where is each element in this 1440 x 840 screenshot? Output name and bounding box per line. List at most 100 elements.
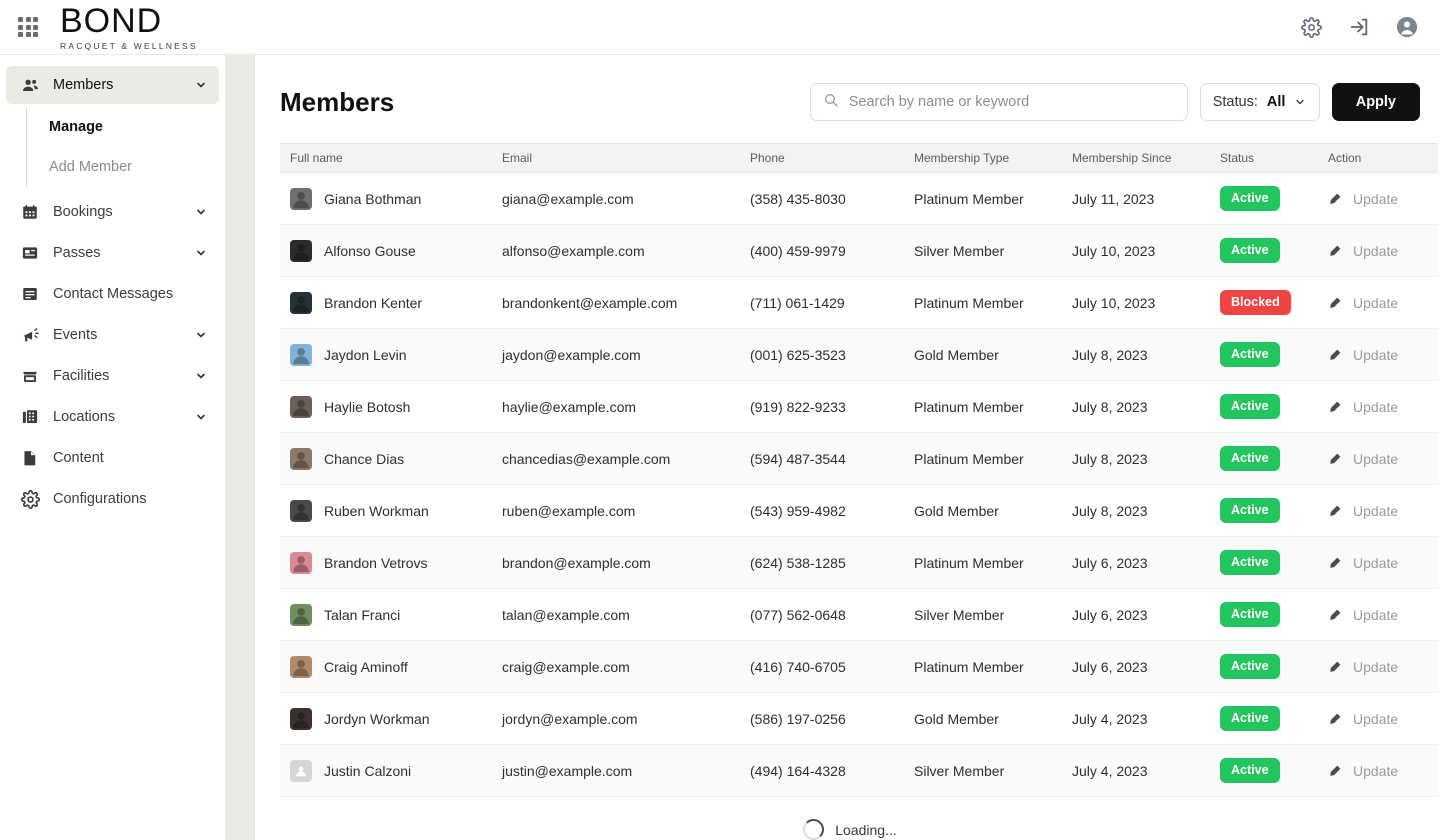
- search-input[interactable]: [848, 94, 1175, 110]
- cell-full-name: Brandon Kenter: [280, 276, 492, 329]
- cell-email: brandon@example.com: [492, 536, 740, 589]
- account-avatar-icon[interactable]: [1396, 16, 1418, 38]
- sidebar-item-members[interactable]: Members: [6, 66, 219, 104]
- cell-email: jaydon@example.com: [492, 328, 740, 381]
- cell-membership-since: July 8, 2023: [1062, 380, 1210, 433]
- column-header-email[interactable]: Email: [492, 143, 740, 173]
- apply-button[interactable]: Apply: [1331, 83, 1420, 121]
- column-header-membership-type[interactable]: Membership Type: [904, 143, 1062, 173]
- sidebar-subitem-manage[interactable]: Manage: [27, 107, 225, 147]
- cell-membership-type: Platinum Member: [904, 276, 1062, 329]
- pencil-icon: [1328, 399, 1343, 414]
- cell-phone: (494) 164-4328: [740, 744, 904, 797]
- update-button[interactable]: Update: [1328, 555, 1430, 571]
- update-label: Update: [1353, 606, 1399, 623]
- sidebar-item-locations[interactable]: Locations: [6, 398, 219, 436]
- cell-action: Update: [1318, 328, 1438, 381]
- update-button[interactable]: Update: [1328, 607, 1430, 623]
- avatar-photo: [290, 708, 312, 730]
- sidebar-item-content[interactable]: Content: [6, 439, 219, 477]
- column-header-phone[interactable]: Phone: [740, 143, 904, 173]
- settings-icon[interactable]: [1300, 16, 1322, 38]
- update-button[interactable]: Update: [1328, 451, 1430, 467]
- status-badge: Blocked: [1220, 290, 1291, 315]
- sidebar-item-passes[interactable]: Passes: [6, 234, 219, 272]
- table-row[interactable]: Chance Dias chancedias@example.com (594) 4…: [280, 432, 1438, 485]
- update-button[interactable]: Update: [1328, 399, 1430, 415]
- member-name: Chance Dias: [324, 450, 405, 467]
- cell-phone: (594) 487-3544: [740, 432, 904, 485]
- table-row[interactable]: Jordyn Workman jordyn@example.com (586) 19…: [280, 692, 1438, 745]
- update-label: Update: [1353, 658, 1399, 675]
- cell-email: chancedias@example.com: [492, 432, 740, 485]
- sidebar-item-facilities[interactable]: Facilities: [6, 357, 219, 395]
- update-button[interactable]: Update: [1328, 659, 1430, 675]
- cell-full-name: Talan Franci: [280, 588, 492, 641]
- calendar-icon: [20, 202, 40, 222]
- loading-text: Loading...: [835, 821, 897, 838]
- cell-phone: (001) 625-3523: [740, 328, 904, 381]
- update-label: Update: [1353, 450, 1399, 467]
- brand-tagline: RACQUET & WELLNESS: [60, 40, 198, 51]
- column-header-full-name[interactable]: Full name: [280, 143, 492, 173]
- table-row[interactable]: Ruben Workman ruben@example.com (543) 959-…: [280, 484, 1438, 537]
- pencil-icon: [1328, 503, 1343, 518]
- table-row[interactable]: Alfonso Gouse alfonso@example.com (400) 45…: [280, 224, 1438, 277]
- sidebar-item-contact-messages[interactable]: Contact Messages: [6, 275, 219, 313]
- spinner-icon: [803, 819, 825, 840]
- update-button[interactable]: Update: [1328, 347, 1430, 363]
- update-label: Update: [1353, 554, 1399, 571]
- cell-full-name: Haylie Botosh: [280, 380, 492, 433]
- login-icon[interactable]: [1348, 16, 1370, 38]
- table-row[interactable]: Jaydon Levin jaydon@example.com (001) 625-…: [280, 328, 1438, 381]
- cell-membership-type: Platinum Member: [904, 172, 1062, 225]
- table-row[interactable]: Justin Calzoni justin@example.com (494) 16…: [280, 744, 1438, 797]
- cell-membership-type: Platinum Member: [904, 432, 1062, 485]
- table-row[interactable]: Brandon Kenter brandonkent@example.com (71…: [280, 276, 1438, 329]
- update-button[interactable]: Update: [1328, 711, 1430, 727]
- table-row[interactable]: Brandon Vetrovs brandon@example.com (624) …: [280, 536, 1438, 589]
- update-button[interactable]: Update: [1328, 763, 1430, 779]
- column-header-status[interactable]: Status: [1210, 143, 1318, 173]
- store-icon: [20, 366, 40, 386]
- update-label: Update: [1353, 710, 1399, 727]
- table-row[interactable]: Talan Franci talan@example.com (077) 562-0…: [280, 588, 1438, 641]
- update-button[interactable]: Update: [1328, 295, 1430, 311]
- members-table-wrap: Full name Email Phone Membership Type Me…: [280, 143, 1438, 840]
- chevron-down-icon: [195, 329, 207, 341]
- cell-full-name: Giana Bothman: [280, 172, 492, 225]
- column-header-membership-since[interactable]: Membership Since: [1062, 143, 1210, 173]
- member-name: Talan Franci: [324, 606, 401, 623]
- update-button[interactable]: Update: [1328, 243, 1430, 259]
- table-row[interactable]: Haylie Botosh haylie@example.com (919) 822…: [280, 380, 1438, 433]
- cell-phone: (711) 061-1429: [740, 276, 904, 329]
- cell-membership-since: July 10, 2023: [1062, 224, 1210, 277]
- cell-status: Active: [1210, 484, 1318, 537]
- cell-status: Active: [1210, 588, 1318, 641]
- sidebar-item-bookings[interactable]: Bookings: [6, 193, 219, 231]
- member-name: Jaydon Levin: [324, 346, 407, 363]
- cell-membership-since: July 8, 2023: [1062, 432, 1210, 485]
- search-box[interactable]: [809, 83, 1188, 121]
- body: Members Manage Add Member Bookings Passe…: [0, 55, 1440, 840]
- brand-logo[interactable]: BOND RACQUET & WELLNESS: [60, 4, 198, 51]
- table-row[interactable]: Craig Aminoff craig@example.com (416) 740-…: [280, 640, 1438, 693]
- pencil-icon: [1328, 711, 1343, 726]
- update-button[interactable]: Update: [1328, 503, 1430, 519]
- status-badge: Active: [1220, 446, 1280, 471]
- update-button[interactable]: Update: [1328, 191, 1430, 207]
- sidebar-subitem-add-member[interactable]: Add Member: [27, 147, 225, 187]
- sidebar-item-label: Passes: [53, 245, 101, 261]
- avatar-photo: [290, 604, 312, 626]
- cell-membership-type: Platinum Member: [904, 640, 1062, 693]
- brand-name: BOND: [60, 1, 163, 40]
- status-filter-dropdown[interactable]: Status: All: [1199, 83, 1320, 121]
- sidebar-item-events[interactable]: Events: [6, 316, 219, 354]
- table-row[interactable]: Giana Bothman giana@example.com (358) 435-…: [280, 172, 1438, 225]
- members-submenu: Manage Add Member: [26, 107, 225, 187]
- sidebar-item-configurations[interactable]: Configurations: [6, 480, 219, 518]
- apps-grid-icon[interactable]: [14, 13, 42, 41]
- column-header-action[interactable]: Action: [1318, 143, 1438, 173]
- status-badge: Active: [1220, 394, 1280, 419]
- chevron-down-icon: [195, 370, 207, 382]
